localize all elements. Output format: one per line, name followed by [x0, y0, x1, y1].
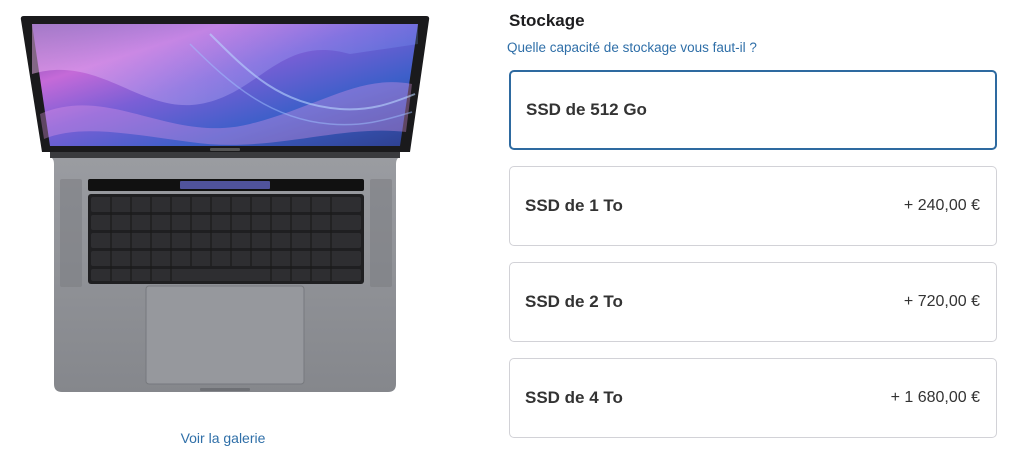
storage-help-link[interactable]: Quelle capacité de stockage vous faut-il… — [507, 40, 757, 55]
product-gallery: Voir la galerie — [0, 0, 460, 466]
storage-title: Stockage — [509, 11, 585, 30]
option-label: SSD de 2 To — [525, 292, 623, 311]
storage-option-4tb[interactable]: SSD de 4 To + 1 680,00 € — [509, 358, 997, 438]
macbook-pro-image — [20, 16, 430, 392]
storage-option-1tb[interactable]: SSD de 1 To + 240,00 € — [509, 166, 997, 246]
storage-option-2tb[interactable]: SSD de 2 To + 720,00 € — [509, 262, 997, 342]
option-price: + 1 680,00 € — [890, 389, 980, 406]
option-label: SSD de 4 To — [525, 388, 623, 407]
option-price: + 240,00 € — [903, 197, 980, 214]
option-label: SSD de 1 To — [525, 196, 623, 215]
option-price: + 720,00 € — [903, 293, 980, 310]
option-label: SSD de 512 Go — [526, 100, 647, 119]
storage-option-512gb[interactable]: SSD de 512 Go — [509, 70, 997, 150]
view-gallery-link[interactable]: Voir la galerie — [0, 430, 446, 446]
